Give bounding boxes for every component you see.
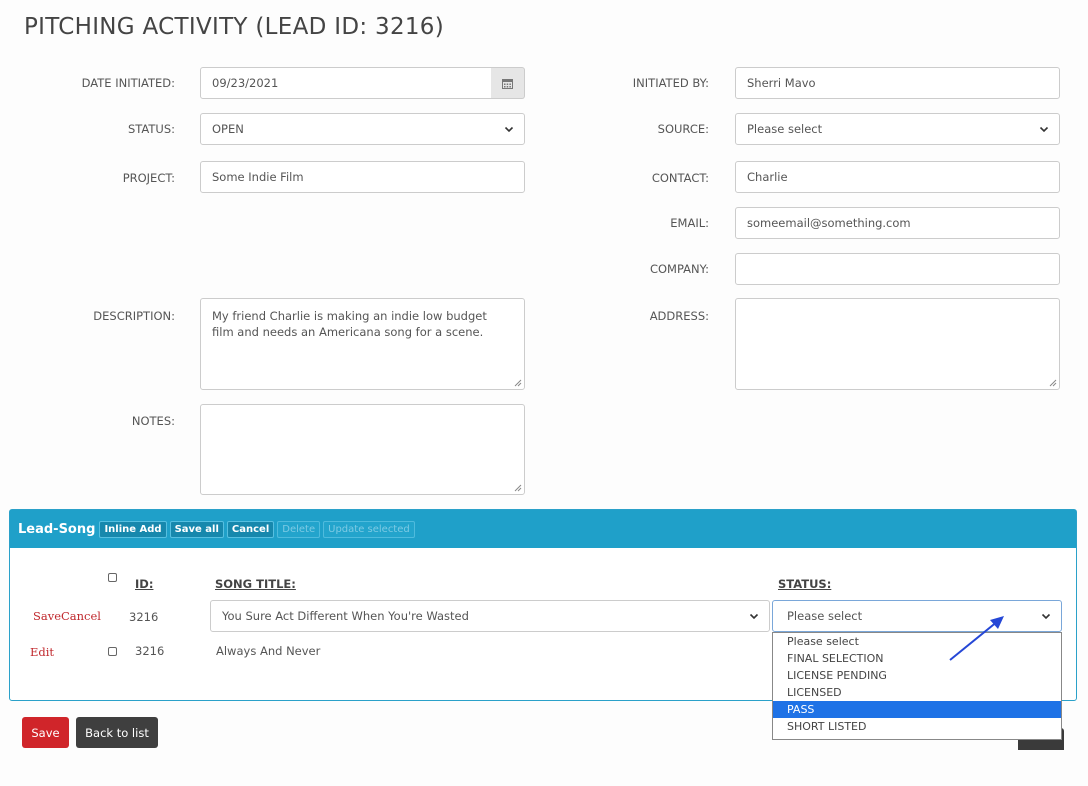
row-select-checkbox[interactable] [108,647,117,656]
status-option-short-listed[interactable]: SHORT LISTED [773,718,1061,735]
column-header-status[interactable]: STATUS: [778,577,831,591]
chevron-down-icon [1041,613,1051,620]
status-option-please-select[interactable]: Please select [773,633,1061,650]
inline-add-button[interactable]: Inline Add [99,520,167,538]
save-button[interactable]: Save [22,717,69,748]
cancel-all-button[interactable]: Cancel [226,520,275,538]
initiated-by-input[interactable]: Sherri Mavo [735,67,1060,99]
resize-handle-icon[interactable] [514,484,522,492]
description-text: My friend Charlie is making an indie low… [212,309,487,339]
status-dropdown-list: Please select FINAL SELECTION LICENSE PE… [772,632,1062,740]
status-option-licensed[interactable]: LICENSED [773,684,1061,701]
resize-handle-icon[interactable] [1049,379,1057,387]
back-to-list-button[interactable]: Back to list [76,717,158,748]
source-select-value: Please select [747,122,823,136]
source-label: SOURCE: [657,122,709,136]
pitching-activity-page: PITCHING ACTIVITY (LEAD ID: 3216) DATE I… [0,0,1088,786]
description-textarea[interactable]: My friend Charlie is making an indie low… [200,298,525,390]
notes-label: NOTES: [131,414,175,428]
email-label: EMAIL: [670,216,709,230]
lead-song-panel-header: Lead-Song Inline Add Save all Cancel Del… [10,510,1076,548]
annotation-arrow [949,616,1004,661]
notes-textarea[interactable] [200,404,525,495]
source-select[interactable]: Please select [735,113,1060,145]
row-status-select[interactable]: Please select [772,600,1062,632]
resize-handle-icon[interactable] [514,379,522,387]
chevron-down-icon [1039,126,1049,133]
description-label: DESCRIPTION: [93,309,175,323]
panel-title: Lead-Song [18,521,96,537]
date-initiated-label: DATE INITIATED: [81,76,175,90]
page-title: PITCHING ACTIVITY (LEAD ID: 3216) [24,14,445,40]
initiated-by-label: INITIATED BY: [632,76,709,90]
company-input[interactable] [735,253,1060,285]
row-cancel-link[interactable]: Cancel [61,609,101,623]
row-id: 3216 [135,644,165,658]
row-song-title: Always And Never [216,644,321,658]
status-option-final-selection[interactable]: FINAL SELECTION [773,650,1061,667]
save-all-button[interactable]: Save all [169,520,224,538]
status-option-license-pending[interactable]: LICENSE PENDING [773,667,1061,684]
status-select[interactable]: OPEN [200,113,525,145]
date-initiated-input[interactable]: 09/23/2021 [200,67,492,99]
delete-button[interactable]: Delete [277,520,321,538]
song-title-select[interactable]: You Sure Act Different When You're Waste… [210,600,770,632]
column-header-id[interactable]: ID: [135,577,153,591]
calendar-button[interactable] [491,67,525,99]
update-selected-button[interactable]: Update selected [323,520,415,538]
email-input[interactable]: someemail@something.com [735,207,1060,239]
row-status-select-value: Please select [787,609,863,623]
row-edit-link[interactable]: Edit [30,645,54,659]
status-option-pass[interactable]: PASS [773,701,1061,718]
row-save-link[interactable]: Save [33,609,61,623]
contact-input[interactable]: Charlie [735,161,1060,193]
column-header-song-title[interactable]: SONG TITLE: [215,577,296,591]
chevron-down-icon [504,126,514,133]
chevron-down-icon [749,613,759,620]
calendar-icon [502,78,513,89]
status-label: STATUS: [127,122,175,136]
address-textarea[interactable] [735,298,1060,390]
company-label: COMPANY: [649,262,709,276]
address-label: ADDRESS: [649,309,709,323]
select-all-checkbox[interactable] [108,573,117,582]
project-input[interactable]: Some Indie Film [200,161,525,193]
project-label: PROJECT: [122,171,175,185]
song-title-select-value: You Sure Act Different When You're Waste… [222,609,469,623]
status-select-value: OPEN [212,122,244,136]
row-id: 3216 [129,610,159,624]
contact-label: CONTACT: [651,171,709,185]
